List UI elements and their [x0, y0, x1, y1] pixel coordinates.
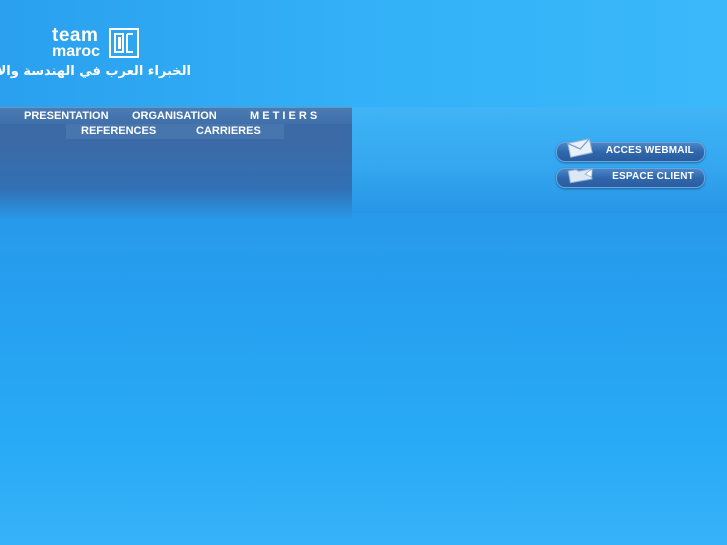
left-shade-panel — [0, 140, 352, 220]
nav-carrieres[interactable]: CARRIERES — [196, 125, 261, 137]
client-space-label: ESPACE CLIENT — [612, 171, 694, 182]
nav-references[interactable]: REFERENCES — [81, 125, 156, 137]
logo-word-team: team — [52, 25, 99, 46]
webmail-label: ACCES WEBMAIL — [605, 145, 694, 156]
nav-bar-primary: PRESENTATION ORGANISATION M E T I E R S — [0, 107, 352, 125]
nav-presentation[interactable]: PRESENTATION — [24, 110, 109, 122]
nav-metiers[interactable]: M E T I E R S — [250, 110, 317, 122]
folder-icon — [567, 167, 593, 184]
team-maroc-logo[interactable]: team maroc — [52, 25, 101, 60]
arabic-tagline: الخبراء العرب في الهندسة والادارة — [0, 64, 191, 79]
team-maroc-logo-icon — [109, 28, 139, 58]
webmail-button[interactable]: ACCES WEBMAIL — [556, 138, 705, 162]
envelope-icon — [567, 138, 593, 158]
right-access-panel: ACCES WEBMAIL ESPACE CLIENT — [352, 107, 727, 213]
client-space-button[interactable]: ESPACE CLIENT — [556, 167, 705, 188]
nav-bar-secondary: REFERENCES CARRIERES — [0, 124, 352, 140]
logo-word-maroc: maroc — [52, 43, 101, 60]
nav-organisation[interactable]: ORGANISATION — [132, 110, 217, 122]
